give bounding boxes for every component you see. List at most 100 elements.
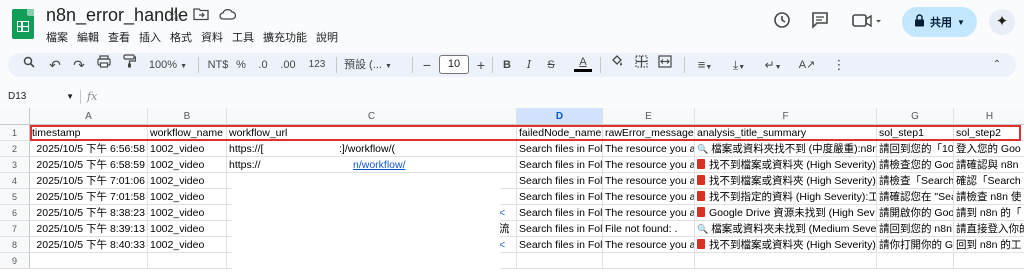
table-cell[interactable]: 請到 n8n 的「 (954, 205, 1024, 221)
table-cell[interactable]: The resource you ar (603, 205, 695, 221)
borders-icon[interactable] (632, 53, 650, 77)
menu-insert[interactable]: 插入 (139, 29, 167, 45)
row-header-2[interactable]: 2 (0, 141, 30, 157)
font-size-input[interactable]: 10 (439, 55, 469, 74)
search-menus-icon[interactable] (20, 53, 38, 77)
table-cell[interactable]: 確認「Search (954, 173, 1024, 189)
version-history-icon[interactable] (772, 10, 792, 35)
more-tools-icon[interactable]: ⋮ (826, 53, 852, 77)
table-cell[interactable]: 2025/10/5 下午 8:40:33 (30, 237, 148, 253)
table-cell[interactable]: 請開啟你的 Goo (877, 205, 954, 221)
decrease-font-size-icon[interactable]: − (420, 53, 434, 77)
merge-cells-icon[interactable] (656, 53, 674, 77)
table-cell[interactable]: 請回到您的「10€ (877, 141, 954, 157)
table-cell[interactable]: 1002_video (148, 173, 227, 189)
table-cell[interactable]: 找不到檔案或資料夾 (High Severity) (695, 237, 877, 253)
menu-extensions[interactable]: 擴充功能 (263, 29, 313, 45)
table-cell[interactable]: 1002_video (148, 157, 227, 173)
row-header-9[interactable]: 9 (0, 253, 30, 269)
share-button[interactable]: 共用 ▼ (902, 7, 977, 37)
table-cell[interactable] (877, 253, 954, 269)
row-header-4[interactable]: 4 (0, 173, 30, 189)
row-header-5[interactable]: 5 (0, 189, 30, 205)
table-cell[interactable]: Search files in Fol (517, 141, 603, 157)
column-header-b[interactable]: B (148, 108, 227, 125)
column-header-d[interactable]: D (517, 108, 603, 125)
row-header-8[interactable]: 8 (0, 237, 30, 253)
table-cell[interactable]: https:// n/workflow/ (227, 157, 517, 173)
table-cell[interactable]: 🔍 檔案或資料夾未找到 (Medium Sever (695, 221, 877, 237)
header-cell-d[interactable]: failedNode_name (517, 125, 603, 141)
print-icon[interactable] (95, 53, 113, 77)
table-cell[interactable]: The resource you ar (603, 157, 695, 173)
row-header-3[interactable]: 3 (0, 157, 30, 173)
table-cell[interactable]: https://[:]/workflow/( (227, 141, 517, 157)
table-cell[interactable]: Search files in Fol (517, 237, 603, 253)
column-header-f[interactable]: F (695, 108, 877, 125)
table-cell[interactable]: Search files in Fol (517, 189, 603, 205)
more-formats-button[interactable]: 123 (306, 53, 328, 77)
column-header-e[interactable]: E (603, 108, 695, 125)
font-family-select[interactable]: 預設 (... ▼ (344, 53, 408, 77)
table-cell[interactable]: 請檢查您的 Goo (877, 157, 954, 173)
table-cell[interactable]: 請你打開你的 Go (877, 237, 954, 253)
menu-data[interactable]: 資料 (201, 29, 229, 45)
cloud-status-icon[interactable] (218, 7, 236, 25)
bold-button[interactable]: B (499, 53, 515, 77)
table-cell[interactable]: 請檢查 n8n 使 (954, 189, 1024, 205)
table-cell[interactable]: 2025/10/5 下午 6:56:58 (30, 141, 148, 157)
table-cell[interactable]: Google Drive 資源未找到 (High Sev (695, 205, 877, 221)
header-cell-c[interactable]: workflow_url (227, 125, 517, 141)
table-cell[interactable]: 回到 n8n 的工 (954, 237, 1024, 253)
table-cell[interactable] (30, 253, 148, 269)
table-cell[interactable]: The resource you ar (603, 189, 695, 205)
table-cell[interactable]: 2025/10/5 下午 8:39:13 (30, 221, 148, 237)
increase-font-size-icon[interactable]: + (474, 53, 488, 77)
italic-button[interactable]: I (521, 53, 537, 77)
percent-format-button[interactable]: % (234, 53, 248, 77)
url-text[interactable]: https:// (229, 159, 261, 171)
menu-help[interactable]: 說明 (316, 29, 344, 45)
select-all-corner[interactable] (0, 108, 30, 125)
redo-icon[interactable]: ↷ (70, 53, 88, 77)
url-text-end[interactable]: n/workflow/ (353, 157, 406, 172)
vertical-align-icon[interactable]: ⤓▼ (726, 53, 752, 77)
header-cell-g[interactable]: sol_step1 (877, 125, 954, 141)
text-wrap-icon[interactable]: ↵▼ (760, 53, 786, 77)
horizontal-align-icon[interactable]: ≡▼ (692, 53, 718, 77)
table-cell[interactable]: 請確認與 n8n (954, 157, 1024, 173)
table-cell[interactable]: 請直接登入你的 (954, 221, 1024, 237)
header-cell-b[interactable]: workflow_name (148, 125, 227, 141)
comments-icon[interactable] (811, 11, 829, 34)
table-cell[interactable]: 1002_video (148, 221, 227, 237)
row-header-6[interactable]: 6 (0, 205, 30, 221)
meet-icon[interactable] (852, 13, 882, 34)
menu-tools[interactable]: 工具 (232, 29, 260, 45)
table-cell[interactable]: 2025/10/5 下午 6:58:59 (30, 157, 148, 173)
column-header-h[interactable]: H (954, 108, 1024, 125)
menu-edit[interactable]: 編輯 (77, 29, 105, 45)
table-cell[interactable]: 找不到檔案或資料夾 (High Severity) (695, 157, 877, 173)
decrease-decimal-button[interactable]: .0 (254, 53, 272, 77)
table-cell[interactable]: 🔍 檔案或資料夾找不到 (中度嚴重):n8n (695, 141, 877, 157)
table-cell[interactable]: Search files in Fol (517, 173, 603, 189)
table-cell[interactable]: The resource you ar (603, 173, 695, 189)
table-cell[interactable] (695, 253, 877, 269)
table-cell[interactable] (603, 253, 695, 269)
table-cell[interactable]: 2025/10/5 下午 7:01:58 (30, 189, 148, 205)
table-cell[interactable] (954, 253, 1024, 269)
table-cell[interactable]: 1002_video (148, 189, 227, 205)
table-cell[interactable]: 請檢查「Search (877, 173, 954, 189)
header-cell-h[interactable]: sol_step2 (954, 125, 1024, 141)
row-header-1[interactable]: 1 (0, 125, 30, 141)
table-cell[interactable]: 2025/10/5 下午 8:38:23 (30, 205, 148, 221)
header-cell-f[interactable]: analysis_title_summary (695, 125, 877, 141)
header-cell-e[interactable]: rawError_message (603, 125, 695, 141)
column-header-g[interactable]: G (877, 108, 954, 125)
table-cell[interactable]: The resource you ar (603, 237, 695, 253)
move-folder-icon[interactable] (192, 7, 210, 25)
url-text[interactable]: https://[ (229, 143, 263, 155)
text-rotation-icon[interactable]: A↗ (794, 53, 820, 77)
collapse-toolbar-icon[interactable]: ⌃ (986, 53, 1008, 77)
fill-color-icon[interactable] (608, 53, 626, 77)
